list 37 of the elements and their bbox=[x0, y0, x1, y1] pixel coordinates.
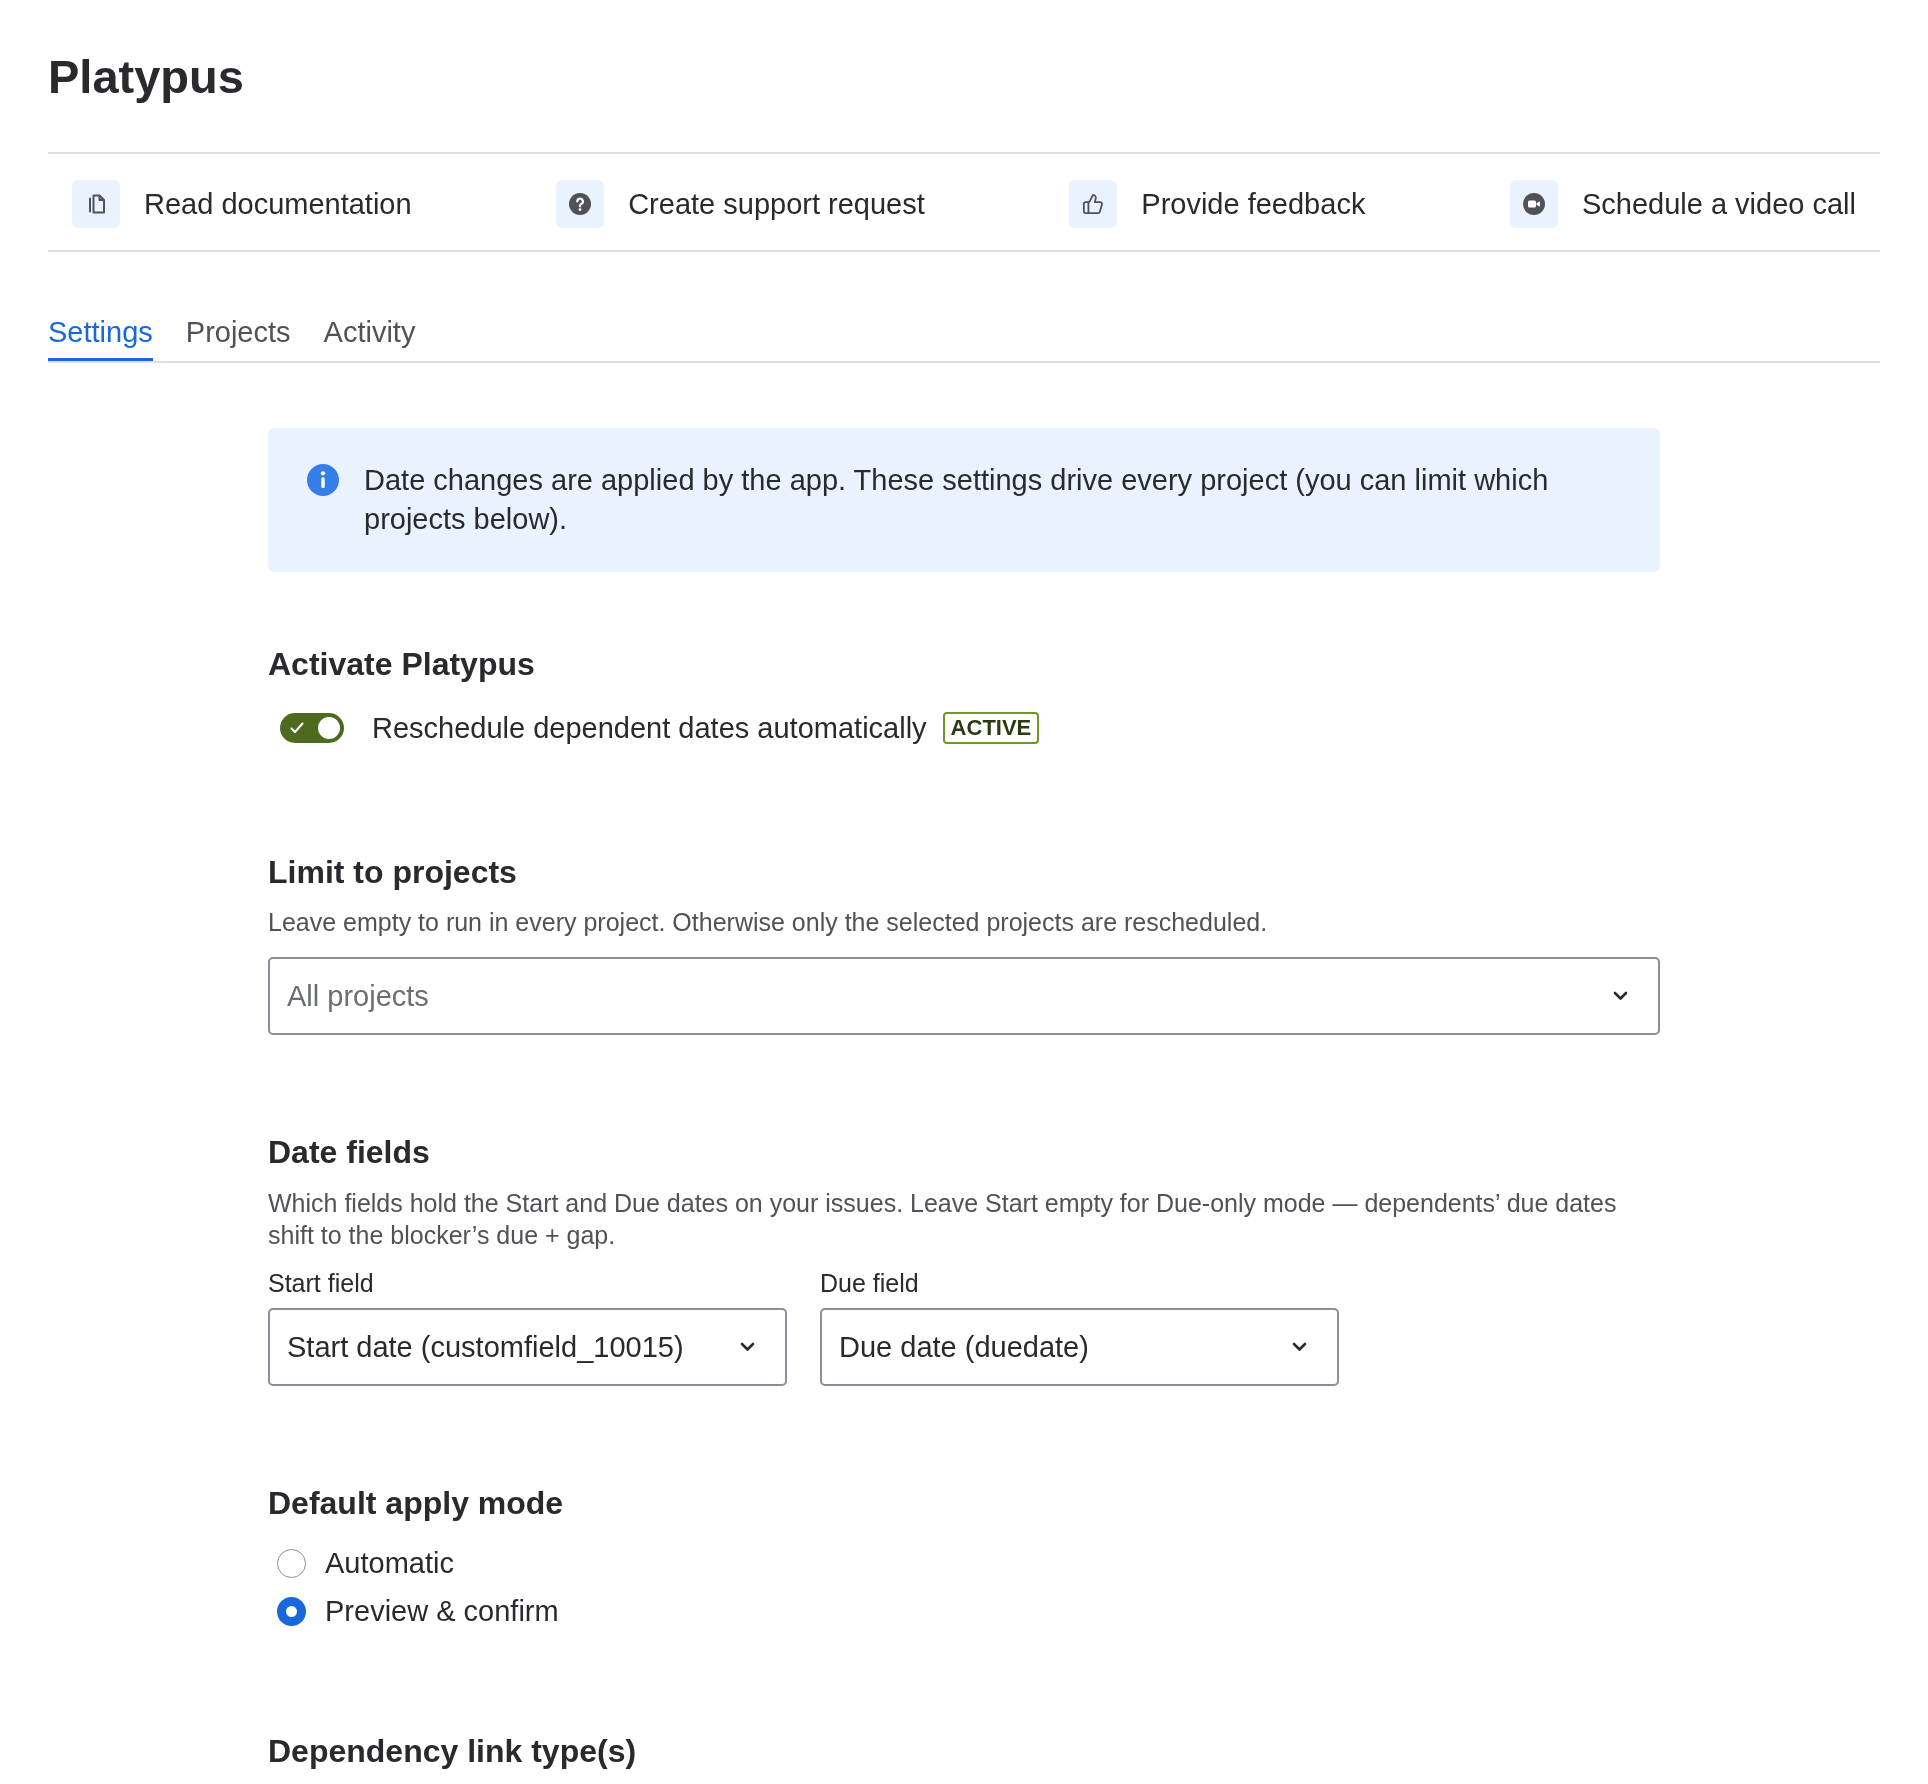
toggle-label: Reschedule dependent dates automatically bbox=[372, 712, 927, 744]
quick-link[interactable]: Create support request bbox=[556, 180, 925, 228]
thumbs-up-icon bbox=[1069, 180, 1118, 228]
date-field-select[interactable]: Due date (duedate) bbox=[820, 1308, 1339, 1386]
project-select[interactable]: All projects bbox=[268, 957, 1660, 1035]
help-icon bbox=[556, 180, 605, 228]
status-badge: ACTIVE bbox=[942, 712, 1040, 744]
info-icon bbox=[307, 464, 339, 496]
field-label: Start field bbox=[268, 1268, 375, 1299]
radio-button[interactable] bbox=[277, 1596, 306, 1626]
tab[interactable]: Settings bbox=[48, 316, 153, 361]
field-label: Due field bbox=[820, 1268, 920, 1299]
section-description: Leave empty to run in every project. Otherwise only the selected projects are rescheduled. bbox=[268, 907, 1269, 938]
radio-label: Preview & confirm bbox=[325, 1594, 559, 1628]
video-camera-icon bbox=[1509, 180, 1558, 228]
date-field-select[interactable]: Start date (customfield_10015) bbox=[268, 1308, 787, 1386]
chevron-down-icon bbox=[1613, 991, 1628, 1001]
tab[interactable]: Projects bbox=[185, 316, 291, 361]
section-heading: Limit to projects bbox=[268, 854, 518, 890]
section-heading: Default apply mode bbox=[268, 1485, 565, 1521]
section-heading: Date fields bbox=[268, 1134, 431, 1170]
quick-link[interactable]: Schedule a video call bbox=[1509, 180, 1856, 228]
quick-link[interactable]: Read documentation bbox=[72, 180, 412, 228]
radio-button[interactable] bbox=[277, 1548, 306, 1578]
toggle-switch[interactable] bbox=[280, 713, 344, 743]
documents-icon bbox=[72, 180, 120, 228]
quick-link[interactable]: Provide feedback bbox=[1069, 180, 1366, 228]
chevron-down-icon bbox=[1292, 1342, 1307, 1352]
check-icon bbox=[290, 722, 304, 734]
page-title: Platypus bbox=[48, 50, 245, 104]
info-text: Date changes are applied by the app. These settings drive every project (you can limit which projects below). bbox=[364, 463, 1550, 537]
radio-label: Automatic bbox=[325, 1546, 454, 1580]
section-heading: Activate Platypus bbox=[268, 646, 536, 682]
tab[interactable]: Activity bbox=[323, 316, 416, 361]
section-heading: Dependency link type(s) bbox=[268, 1733, 638, 1769]
section-description: Which fields hold the Start and Due dates on your issues. Leave Start empty for Due-only mode — dependents’ due dates shift to the blocker’s due + gap. bbox=[268, 1188, 1618, 1251]
chevron-down-icon bbox=[740, 1342, 755, 1352]
